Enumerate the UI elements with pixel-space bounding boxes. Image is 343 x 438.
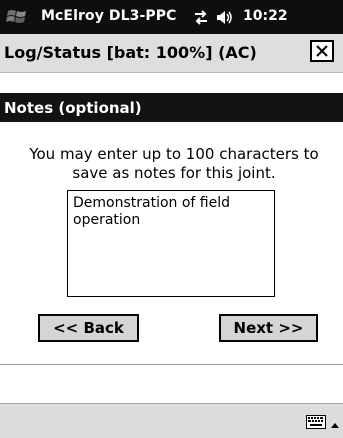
back-button[interactable]: << Back bbox=[38, 314, 139, 342]
window-title-bar: Log/Status [bat: 100%] (AC) bbox=[0, 34, 343, 73]
close-icon bbox=[316, 45, 328, 57]
section-header: Notes (optional) bbox=[0, 93, 343, 122]
section-title: Notes (optional) bbox=[4, 99, 142, 117]
keyboard-icon[interactable] bbox=[306, 414, 326, 429]
app-name[interactable]: McElroy DL3-PPC bbox=[41, 8, 177, 24]
instructions-text: You may enter up to 100 characters to sa… bbox=[29, 145, 319, 182]
close-button[interactable] bbox=[310, 40, 334, 62]
os-taskbar: McElroy DL3-PPC 10:22 bbox=[0, 0, 343, 34]
window-title: Log/Status [bat: 100%] (AC) bbox=[4, 43, 257, 62]
next-button[interactable]: Next >> bbox=[219, 314, 318, 342]
sync-icon[interactable] bbox=[192, 9, 210, 26]
windows-start-icon[interactable] bbox=[6, 8, 28, 26]
menu-bar bbox=[0, 403, 343, 438]
up-arrow-icon[interactable] bbox=[330, 415, 340, 428]
notes-textarea[interactable]: Demonstration of field operation bbox=[67, 190, 275, 297]
volume-icon[interactable] bbox=[215, 9, 233, 26]
status-strip bbox=[0, 364, 343, 395]
clock[interactable]: 10:22 bbox=[243, 8, 288, 24]
